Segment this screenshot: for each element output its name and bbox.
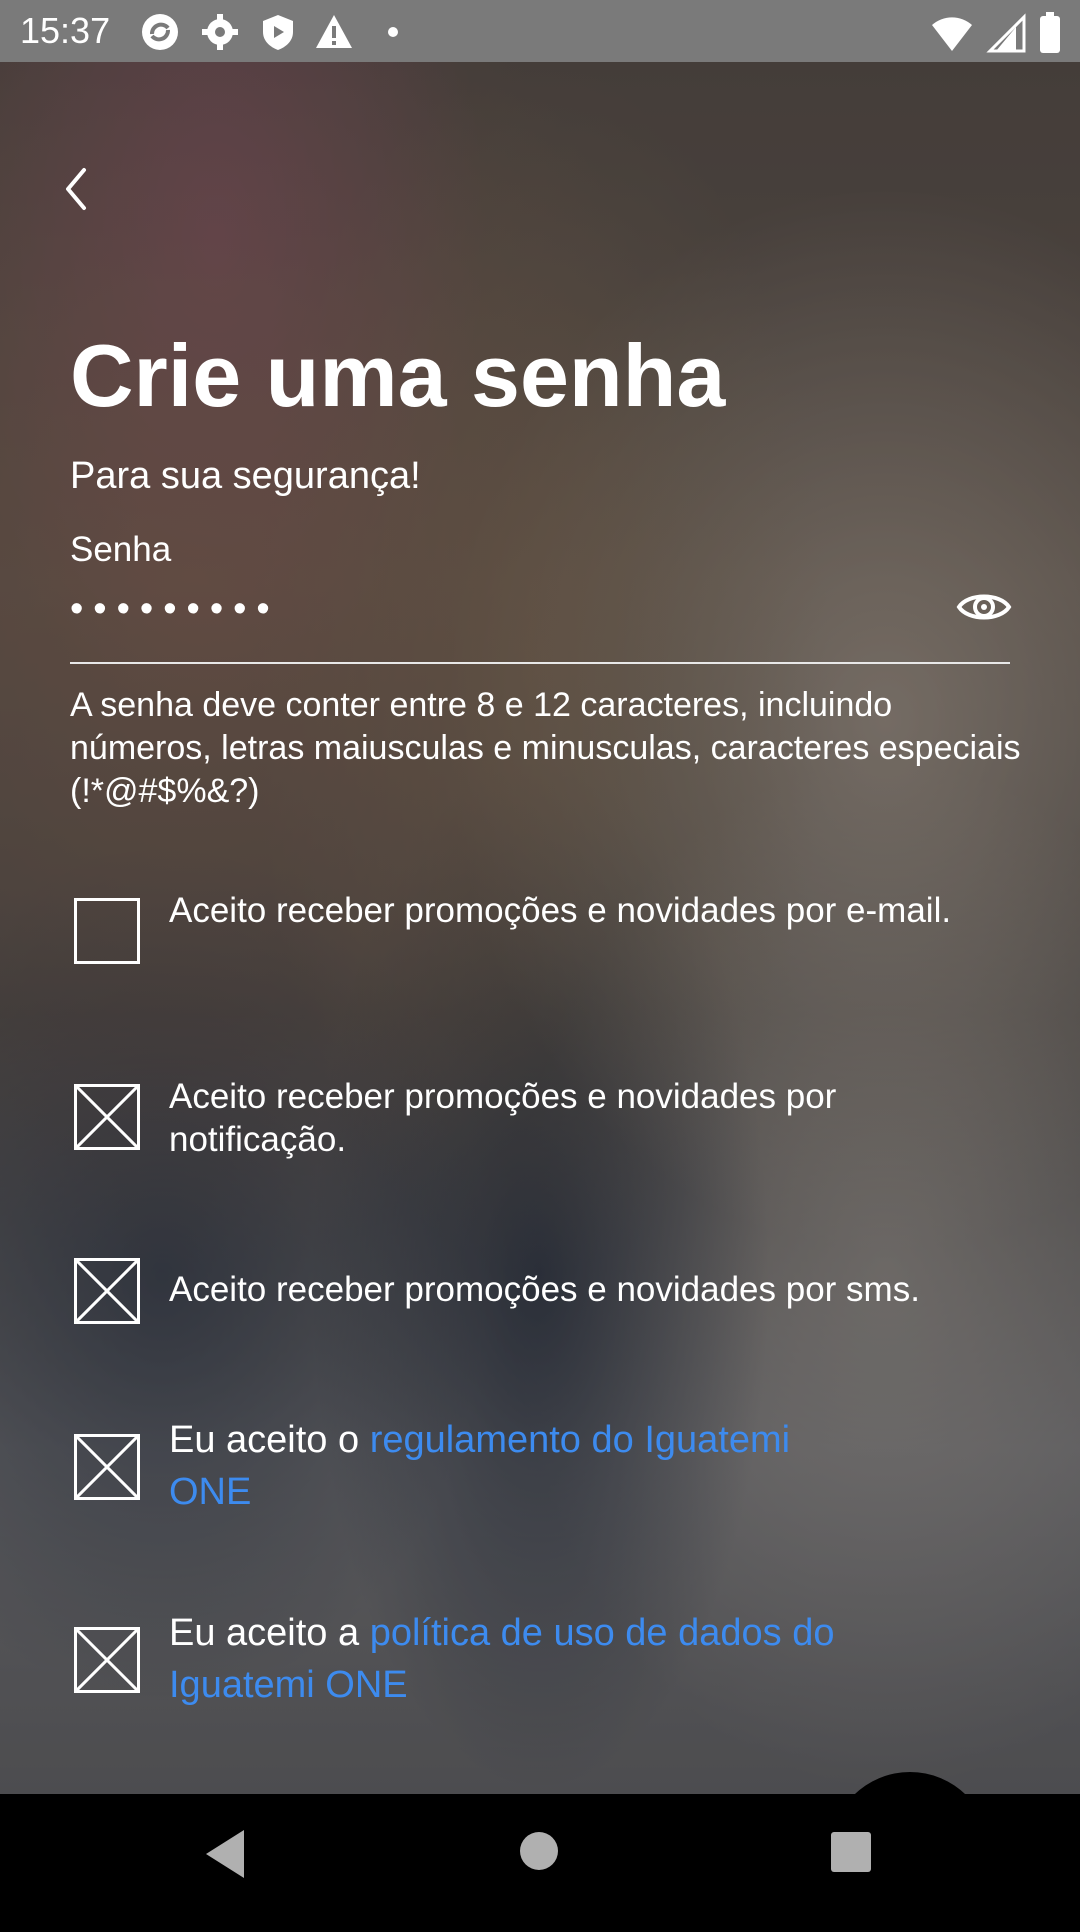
checkbox-data-policy-label: Eu aceito a política de uso de dados do … [169,1607,909,1711]
regulation-prefix: Eu aceito o [169,1419,370,1461]
checkbox-sms[interactable] [74,1258,140,1324]
battery-icon [1038,12,1062,59]
checkbox-cross-icon [77,1630,137,1690]
page-title: Crie uma senha [70,326,726,425]
checkbox-cross-icon [77,1437,137,1497]
warning-icon [314,12,354,52]
checkbox-notification-label: Aceito receber promoções e novidades por… [169,1077,837,1159]
checkbox-notification[interactable] [74,1084,140,1150]
nav-back-icon[interactable] [200,1824,250,1889]
checkbox-cross-icon [77,1261,137,1321]
data-policy-prefix: Eu aceito a [169,1612,370,1654]
dot-icon [380,12,420,52]
checkbox-cross-icon [77,1087,137,1147]
checkbox-email[interactable] [74,898,140,964]
password-hint: A senha deve conter entre 8 e 12 caracte… [70,686,1021,810]
checkbox-email-label: Aceito receber promoções e novidades por… [169,891,952,930]
navigation-bar [0,1794,1080,1920]
password-value: ••••••••• [70,588,280,630]
password-label: Senha [70,530,172,569]
checkbox-sms-label: Aceito receber promoções e novidades por… [169,1270,920,1309]
page-subtitle: Para sua segurança! [70,455,421,497]
back-button[interactable] [56,164,96,214]
shield-icon [258,12,298,52]
eye-icon[interactable] [956,586,1012,628]
nav-recent-icon[interactable] [831,1832,871,1872]
wifi-icon [930,13,974,58]
status-bar: 15:37 [0,0,1080,62]
password-field[interactable]: ••••••••• [70,578,1012,664]
gear-icon [200,12,240,52]
checkbox-data-policy[interactable] [74,1627,140,1693]
checkbox-regulation-label: Eu aceito o regulamento do Iguatemi ONE [169,1414,869,1518]
signal-icon [986,13,1026,58]
status-time: 15:37 [20,10,111,51]
sync-icon [140,12,180,52]
chevron-left-icon [66,168,86,210]
nav-home-icon[interactable] [520,1832,558,1870]
checkbox-regulation[interactable] [74,1434,140,1500]
